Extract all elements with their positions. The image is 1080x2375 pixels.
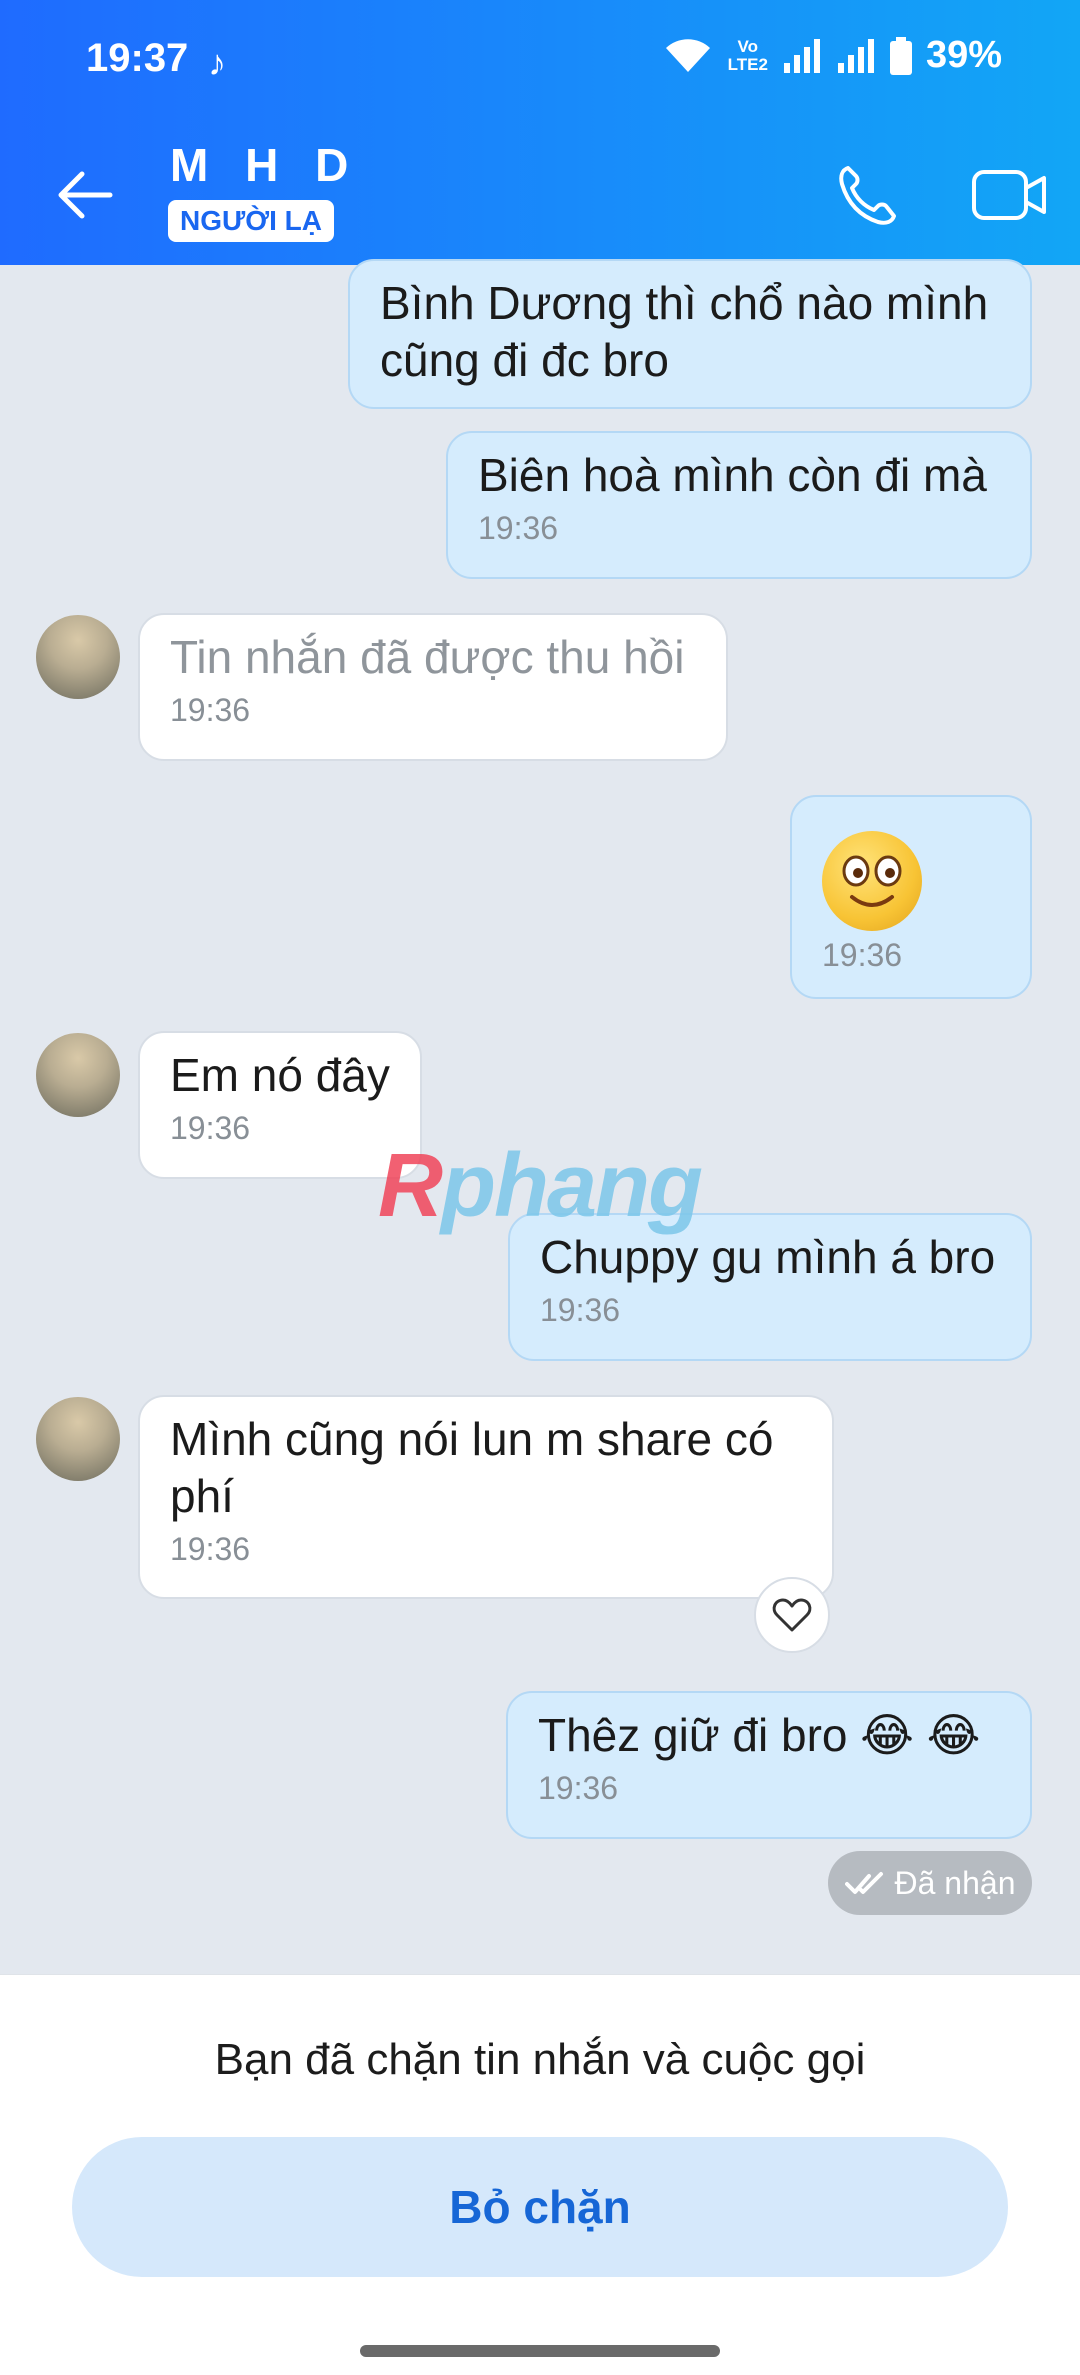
video-call-icon[interactable] — [970, 160, 1050, 230]
message-text: Bình Dương thì chổ nào mình cũng đi đc b… — [380, 277, 989, 386]
message-time: 19:36 — [540, 1292, 621, 1328]
chat-header: 19:37 ♪ Vo LTE2 39% M H D NGƯỜI LẠ — [0, 0, 1080, 265]
home-indicator[interactable] — [360, 2345, 720, 2357]
system-icons: Vo LTE2 39% — [662, 34, 1002, 77]
message-time: 19:36 — [170, 1110, 251, 1146]
watermark-logo: Rphang — [378, 1136, 703, 1236]
message-bubble-outgoing[interactable]: 19:36 — [790, 795, 1032, 999]
back-arrow-icon[interactable] — [52, 160, 122, 230]
recalled-message-text: Tin nhắn đã được thu hồi — [170, 631, 685, 683]
message-text: Biên hoà mình còn đi mà — [478, 449, 987, 501]
message-text: Thêz giữ đi bro 😂 😂 — [538, 1709, 981, 1761]
signal-icon-2 — [836, 37, 876, 75]
message-list[interactable]: Bình Dương thì chổ nào mình cũng đi đc b… — [0, 259, 1080, 1975]
smiling-face-emoji — [822, 831, 922, 931]
message-bubble-incoming[interactable]: Tin nhắn đã được thu hồi 19:36 — [138, 613, 728, 761]
delivery-status-text: Đã nhận — [894, 1864, 1016, 1901]
message-time: 19:36 — [478, 510, 559, 546]
heart-icon — [772, 1598, 812, 1632]
stranger-badge: NGƯỜI LẠ — [168, 200, 334, 242]
message-bubble-incoming[interactable]: Mình cũng nói lun m share có phí 19:36 — [138, 1395, 834, 1599]
battery-icon — [889, 36, 912, 75]
wifi-icon — [662, 36, 714, 76]
double-check-icon — [844, 1872, 883, 1894]
avatar[interactable] — [36, 1033, 120, 1117]
battery-percent: 39% — [925, 34, 1002, 76]
avatar[interactable] — [36, 1397, 120, 1481]
message-time: 19:36 — [538, 1770, 619, 1806]
message-time: 19:36 — [822, 937, 903, 973]
delivery-status-badge: Đã nhận — [828, 1851, 1032, 1915]
message-text: Em nó đây — [170, 1049, 390, 1101]
message-text: Mình cũng nói lun m share có phí — [170, 1413, 774, 1522]
message-text: Chuppy gu mình á bro — [540, 1231, 996, 1283]
signal-icon-1 — [782, 37, 822, 75]
react-heart-button[interactable] — [754, 1577, 830, 1653]
blocked-footer: Bạn đã chặn tin nhắn và cuộc gọi Bỏ chặn — [0, 1974, 1080, 2375]
volte-indicator: Vo LTE2 — [727, 36, 768, 74]
phone-call-icon[interactable] — [832, 160, 902, 230]
avatar[interactable] — [36, 615, 120, 699]
message-bubble-outgoing[interactable]: Biên hoà mình còn đi mà 19:36 — [446, 431, 1032, 579]
blocked-notice: Bạn đã chặn tin nhắn và cuộc gọi — [214, 2035, 866, 2084]
tiktok-icon: ♪ — [208, 42, 226, 83]
message-bubble-outgoing[interactable]: Bình Dương thì chổ nào mình cũng đi đc b… — [348, 259, 1032, 409]
message-time: 19:36 — [170, 1531, 251, 1567]
status-time: 19:37 — [86, 36, 189, 80]
status-bar: 19:37 ♪ Vo LTE2 39% — [0, 0, 1080, 120]
contact-name[interactable]: M H D — [170, 138, 360, 192]
unblock-button[interactable]: Bỏ chặn — [72, 2137, 1008, 2277]
message-time: 19:36 — [170, 692, 251, 728]
message-bubble-outgoing[interactable]: Thêz giữ đi bro 😂 😂 19:36 — [506, 1691, 1032, 1839]
